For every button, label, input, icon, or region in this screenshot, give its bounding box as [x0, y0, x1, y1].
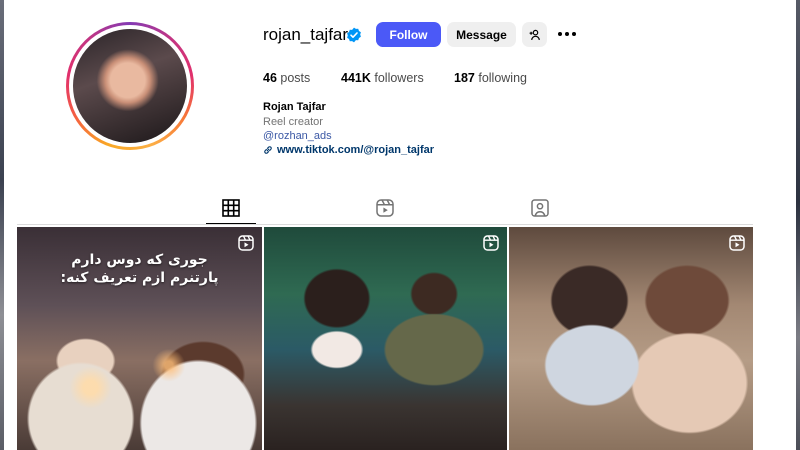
posts-count: 46 posts	[263, 71, 310, 85]
suggested-accounts-button[interactable]	[522, 22, 547, 47]
reel-indicator-icon	[483, 235, 499, 251]
following-count-value: 187	[454, 71, 475, 85]
follow-button[interactable]: Follow	[376, 22, 441, 47]
external-link[interactable]: www.tiktok.com/@rojan_tajfar	[277, 144, 434, 156]
post-tile[interactable]	[509, 227, 753, 450]
story-ring[interactable]	[66, 22, 194, 150]
tabs-divider	[17, 224, 753, 225]
following-count-label: following	[478, 71, 527, 85]
active-tab-indicator	[206, 223, 256, 224]
post-tile[interactable]: جوری که دوس دارم پارتنرم ازم تعریف کنه:	[17, 227, 262, 450]
tab-posts-grid-icon[interactable]	[221, 198, 241, 218]
more-options-icon[interactable]	[557, 28, 577, 40]
reel-indicator-icon	[238, 235, 254, 251]
message-button[interactable]: Message	[447, 22, 516, 47]
posts-count-label: posts	[280, 71, 311, 85]
category-label: Reel creator	[263, 116, 323, 128]
followers-count[interactable]: 441K followers	[341, 71, 424, 85]
link-icon	[264, 146, 272, 154]
avatar[interactable]	[73, 29, 187, 143]
window-edge-left	[0, 0, 4, 450]
posts-count-value: 46	[263, 71, 277, 85]
bio-mention-link[interactable]: @rozhan_ads	[263, 130, 332, 142]
post-caption-overlay: جوری که دوس دارم پارتنرم ازم تعریف کنه:	[60, 252, 219, 286]
reel-indicator-icon	[729, 235, 745, 251]
followers-count-value: 441K	[341, 71, 371, 85]
window-edge-right	[796, 0, 800, 450]
full-name: Rojan Tajfar	[263, 101, 326, 113]
tab-reels-icon[interactable]	[375, 198, 395, 218]
verified-badge-icon	[347, 27, 361, 43]
followers-count-label: followers	[374, 71, 424, 85]
tab-tagged-icon[interactable]	[530, 198, 550, 218]
post-tile[interactable]	[264, 227, 507, 450]
username: rojan_tajfar	[263, 25, 349, 44]
add-person-icon	[529, 29, 540, 40]
following-count[interactable]: 187 following	[454, 71, 527, 85]
